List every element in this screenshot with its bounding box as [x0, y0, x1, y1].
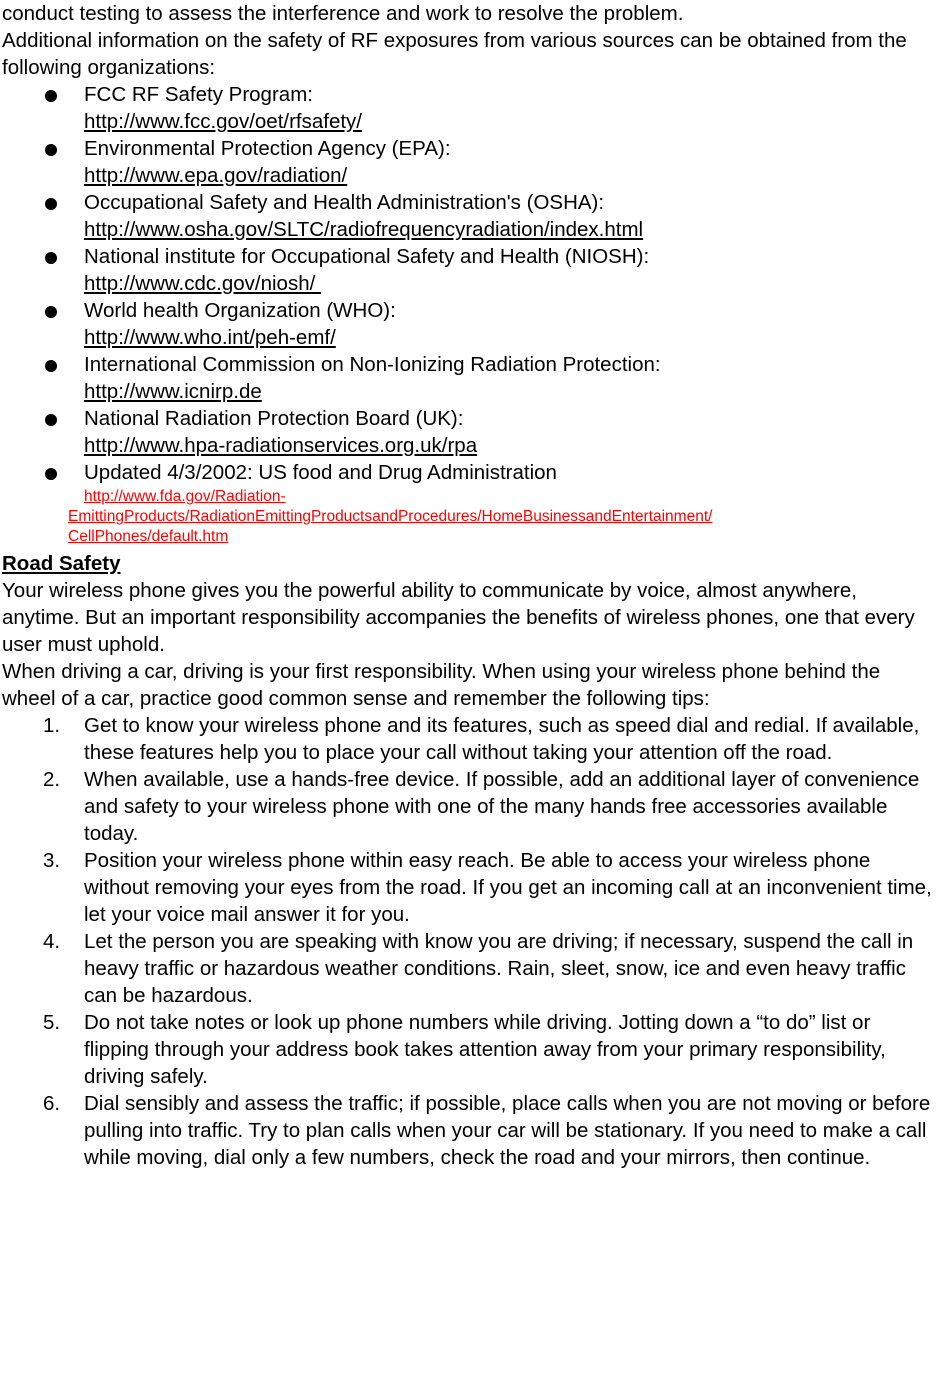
list-item: FCC RF Safety Program: http://www.fcc.go… [0, 81, 937, 135]
fda-link-block[interactable]: http://www.fda.gov/Radiation- EmittingPro… [68, 487, 937, 547]
organization-link[interactable]: http://www.who.int/peh-emf/ [84, 324, 937, 351]
list-item: Occupational Safety and Health Administr… [0, 189, 937, 243]
intro-paragraph-1: conduct testing to assess the interferen… [2, 2, 684, 25]
list-marker: 2. [43, 768, 61, 791]
list-item: 2. When available, use a hands-free devi… [0, 766, 937, 847]
tip-text: When available, use a hands-free device.… [84, 768, 920, 845]
organization-name: Environmental Protection Agency (EPA): [84, 137, 451, 160]
bullet-icon [45, 351, 58, 378]
bullet-icon [45, 189, 58, 216]
document-page: conduct testing to assess the interferen… [0, 0, 937, 1395]
bullet-icon [45, 243, 58, 270]
road-safety-paragraph-2: When driving a car, driving is your firs… [2, 660, 881, 710]
tip-text: Let the person you are speaking with kno… [84, 930, 914, 1007]
organization-link[interactable]: http://www.epa.gov/radiation/ [84, 162, 937, 189]
list-marker: 5. [43, 1011, 61, 1034]
list-marker: 6. [43, 1092, 61, 1115]
organization-link[interactable]: http://www.icnirp.de [84, 378, 937, 405]
list-item: 6. Dial sensibly and assess the traffic;… [0, 1090, 937, 1171]
tip-text: Do not take notes or look up phone numbe… [84, 1011, 886, 1088]
organization-link[interactable]: http://www.hpa-radiationservices.org.uk/… [84, 432, 937, 459]
list-marker: 4. [43, 930, 61, 953]
section-heading-row: Road Safety [0, 550, 937, 577]
page-title: Road Safety [2, 552, 121, 575]
list-marker: 3. [43, 849, 61, 872]
organizations-list: FCC RF Safety Program: http://www.fcc.go… [0, 81, 937, 547]
bullet-icon [45, 81, 58, 108]
bullet-icon [45, 135, 58, 162]
fda-link-line-3[interactable]: CellPhones/default.htm [68, 528, 228, 545]
list-item: Environmental Protection Agency (EPA): h… [0, 135, 937, 189]
organization-name: National institute for Occupational Safe… [84, 245, 650, 268]
fda-link-line-2[interactable]: EmittingProducts/RadiationEmittingProduc… [68, 508, 712, 525]
road-safety-tips-list: 1. Get to know your wireless phone and i… [0, 712, 937, 1171]
organization-name: National Radiation Protection Board (UK)… [84, 407, 464, 430]
intro-paragraph-2: Additional information on the safety of … [2, 29, 907, 79]
fda-link-line-1[interactable]: http://www.fda.gov/Radiation- [68, 488, 286, 505]
list-item: World health Organization (WHO): http://… [0, 297, 937, 351]
organization-name: International Commission on Non-Ionizing… [84, 353, 661, 376]
list-item-fda: Updated 4/3/2002: US food and Drug Admin… [0, 459, 937, 547]
list-item: 5. Do not take notes or look up phone nu… [0, 1009, 937, 1090]
organization-link[interactable]: http://www.cdc.gov/niosh/ [84, 270, 937, 297]
tip-text: Dial sensibly and assess the traffic; if… [84, 1092, 931, 1169]
list-item: 1. Get to know your wireless phone and i… [0, 712, 937, 766]
list-item: 4. Let the person you are speaking with … [0, 928, 937, 1009]
list-item: International Commission on Non-Ionizing… [0, 351, 937, 405]
tip-text: Position your wireless phone within easy… [84, 849, 932, 926]
list-item: National Radiation Protection Board (UK)… [0, 405, 937, 459]
organization-name: Updated 4/3/2002: US food and Drug Admin… [84, 461, 557, 484]
organization-link[interactable]: http://www.osha.gov/SLTC/radiofrequencyr… [84, 216, 937, 243]
bullet-icon [45, 297, 58, 324]
list-item: National institute for Occupational Safe… [0, 243, 937, 297]
bullet-icon [45, 459, 58, 486]
road-safety-paragraph-1: Your wireless phone gives you the powerf… [2, 579, 915, 656]
list-item: 3. Position your wireless phone within e… [0, 847, 937, 928]
organization-name: World health Organization (WHO): [84, 299, 396, 322]
organization-name: FCC RF Safety Program: [84, 83, 313, 106]
organization-link[interactable]: http://www.fcc.gov/oet/rfsafety/ [84, 108, 937, 135]
bullet-icon [45, 405, 58, 432]
tip-text: Get to know your wireless phone and its … [84, 714, 920, 764]
list-marker: 1. [43, 714, 61, 737]
organization-name: Occupational Safety and Health Administr… [84, 191, 605, 214]
